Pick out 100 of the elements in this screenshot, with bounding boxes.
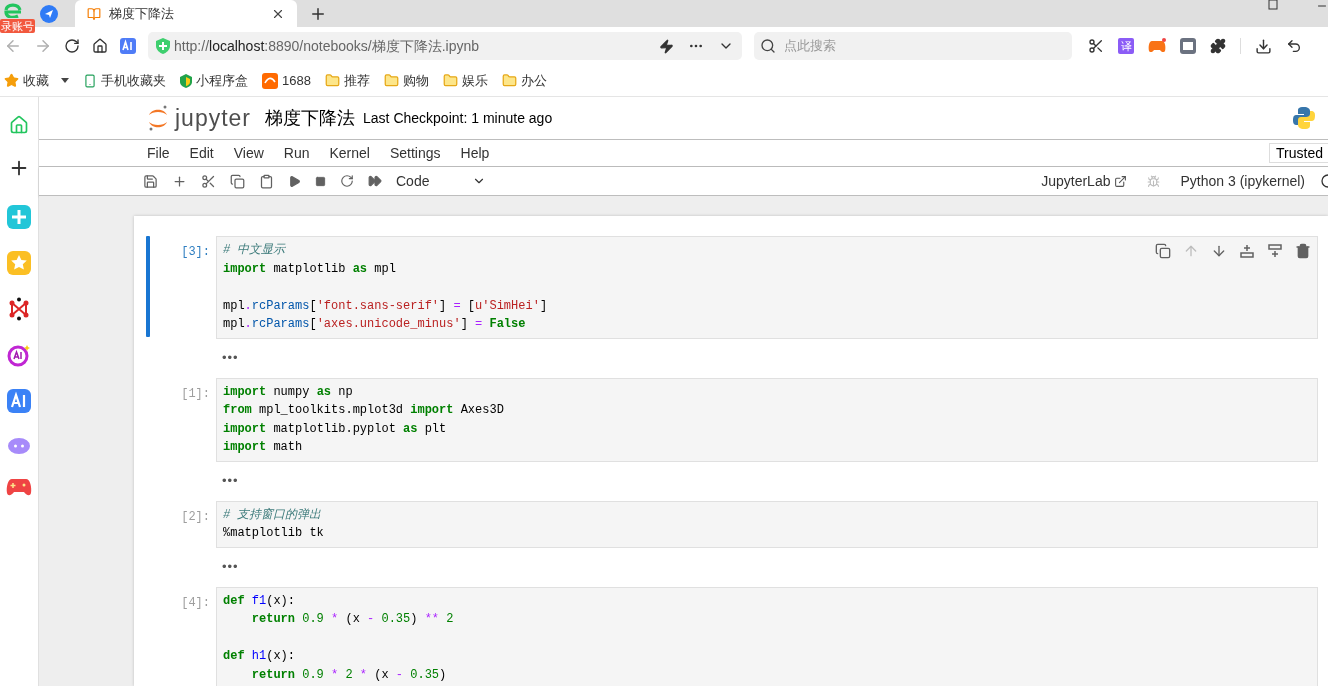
folder-icon (383, 73, 399, 88)
code-line: # 支持窗口的弹出 (223, 506, 322, 524)
ai-icon[interactable] (120, 38, 136, 54)
bookmark-link[interactable]: 手机收藏夹 (101, 70, 166, 91)
ai-ring-icon[interactable] (7, 343, 31, 367)
reader-icon[interactable] (1180, 38, 1196, 54)
menu-item[interactable]: Help (460, 142, 490, 164)
menu-item[interactable]: View (233, 142, 264, 164)
jupyter-logo-icon[interactable] (147, 104, 169, 132)
insert-below-icon[interactable] (1267, 243, 1283, 259)
python-logo-icon (1292, 106, 1316, 130)
code-line: # 中文显示 (223, 242, 286, 259)
copy-icon[interactable] (230, 173, 245, 189)
url-text: http://localhost:8890/notebooks/梯度下降法.ipynb (174, 36, 481, 56)
send-icon[interactable] (40, 4, 58, 23)
notebook-title[interactable]: 梯度下降法 (265, 104, 356, 132)
scissors-icon[interactable] (1088, 38, 1104, 54)
ai-app-icon[interactable] (7, 389, 31, 413)
bookmark-link[interactable]: 1688 (282, 70, 311, 91)
address-field[interactable]: http://localhost:8890/notebooks/梯度下降法.ipynb (148, 32, 742, 60)
collapsed-output-marker[interactable]: ••• (222, 472, 239, 488)
run-all-icon[interactable] (368, 174, 382, 188)
code-line: from mpl_toolkits.mplot3d import Axes3D (223, 402, 504, 419)
download-icon[interactable] (1255, 37, 1272, 55)
add-cell-icon[interactable] (172, 173, 187, 189)
dropdown-caret-icon[interactable] (61, 78, 69, 83)
menu-item[interactable]: Edit (189, 142, 214, 164)
star-app-icon[interactable] (7, 251, 31, 275)
code-line: %matplotlib tk (223, 525, 324, 542)
cell-prompt: [3]: (181, 244, 210, 261)
code-cell[interactable]: def f1(x): return 0.9 * (x - 0.35) ** 2 def h1(x): return 0.9 * 2 * (x - 0.35) (216, 586, 1318, 686)
external-link-icon[interactable] (1114, 174, 1128, 188)
search-input[interactable]: 点此搜索 (784, 36, 1066, 56)
cell-prompt: [1]: (181, 385, 210, 403)
menu-item[interactable]: File (147, 142, 170, 164)
cell-type-dropdown[interactable]: Code (396, 170, 486, 192)
undo-icon[interactable] (1286, 38, 1302, 54)
bookmark-link[interactable]: 收藏 (23, 70, 49, 91)
code-line: def h1(x): (223, 648, 296, 665)
menu-item[interactable]: Run (283, 142, 310, 164)
restart-icon[interactable] (340, 174, 354, 188)
run-icon[interactable] (288, 174, 301, 188)
code-line: import numpy as np (223, 383, 353, 401)
save-icon[interactable] (143, 173, 158, 189)
insert-above-icon[interactable] (1239, 243, 1255, 259)
shield-icon (180, 73, 192, 88)
collapsed-output-marker[interactable]: ••• (222, 558, 239, 574)
phone-icon (83, 73, 97, 88)
bookmark-link[interactable]: 办公 (520, 70, 547, 91)
network-icon[interactable] (7, 297, 31, 321)
duplicate-icon[interactable] (1155, 243, 1171, 259)
gamepad-icon[interactable] (6, 477, 32, 497)
bookmark-link[interactable]: 购物 (402, 70, 429, 91)
paste-icon[interactable] (259, 173, 274, 189)
reload-icon[interactable] (64, 38, 80, 54)
search-icon (760, 38, 776, 54)
move-down-icon[interactable] (1211, 243, 1227, 259)
jupyterlab-link[interactable]: JupyterLab (1041, 170, 1111, 192)
lightning-icon[interactable] (659, 38, 674, 54)
bookmark-link[interactable]: 娱乐 (461, 70, 488, 91)
code-line: import matplotlib as mpl (223, 260, 396, 278)
trusted-indicator[interactable]: Trusted (1269, 143, 1328, 163)
menu-item[interactable]: Settings (389, 142, 441, 164)
robot-icon[interactable] (7, 435, 31, 455)
checkpoint-text: Last Checkpoint: 1 minute ago (363, 108, 553, 128)
code-line: import matplotlib.pyplot as plt (223, 420, 447, 438)
kernel-status-icon (1319, 174, 1328, 188)
tab-title: 梯度下降法 (109, 4, 175, 23)
browser-tab[interactable]: 梯度下降法 (75, 0, 297, 27)
code-line: mpl.rcParams['font.sans-serif'] = [u'SimHei'] (223, 297, 548, 315)
code-cell[interactable]: # 中文显示 import matplotlib as mpl mpl.rcParams['font.sans-serif'] = [u'SimHei'] mpl.rcParams['axes.unicode_minus'] = False (216, 236, 1318, 339)
menu-item[interactable]: Kernel (329, 142, 370, 164)
code-line: mpl.rcParams['axes.unicode_minus'] = False (223, 316, 526, 333)
cell-prompt: [4]: (181, 594, 210, 612)
code-cell[interactable]: # 支持窗口的弹出 %matplotlib tk (216, 500, 1318, 548)
extensions-icon[interactable] (1210, 38, 1226, 54)
code-line: return 0.9 * 2 * (x - 0.35) (250, 666, 447, 684)
notebook-icon (87, 6, 101, 21)
secure-shield-icon (156, 38, 170, 54)
cell-prompt: [2]: (181, 508, 210, 526)
folder-icon (324, 73, 340, 88)
kernel-name[interactable]: Python 3 (ipykernel) (1180, 170, 1305, 192)
window-restore-icon[interactable] (1268, 0, 1278, 10)
stop-icon[interactable] (315, 175, 326, 187)
code-line: def f1(x): (223, 592, 296, 610)
gamepad-icon[interactable] (1148, 38, 1166, 54)
code-cell[interactable]: import numpy as np from mpl_toolkits.mplot3d import Axes3D import matplotlib.pyplot as plt import math (216, 377, 1318, 462)
delete-icon[interactable] (1295, 243, 1311, 259)
bookmark-link[interactable]: 推荐 (343, 70, 370, 91)
jupyter-wordmark[interactable]: jupyter (175, 100, 252, 136)
home-icon[interactable] (92, 38, 108, 54)
code-line: return 0.9 * (x - 0.35) ** 2 (250, 611, 454, 628)
collapsed-output-marker[interactable]: ••• (222, 349, 239, 365)
search-field[interactable]: 点此搜索 (754, 32, 1072, 60)
translate-button[interactable]: 译 (1118, 38, 1134, 54)
star-icon (4, 73, 19, 88)
folder-icon (501, 73, 517, 88)
folder-icon (442, 73, 458, 88)
cut-icon[interactable] (201, 173, 216, 189)
bookmark-link[interactable]: 小程序盒 (196, 70, 248, 91)
